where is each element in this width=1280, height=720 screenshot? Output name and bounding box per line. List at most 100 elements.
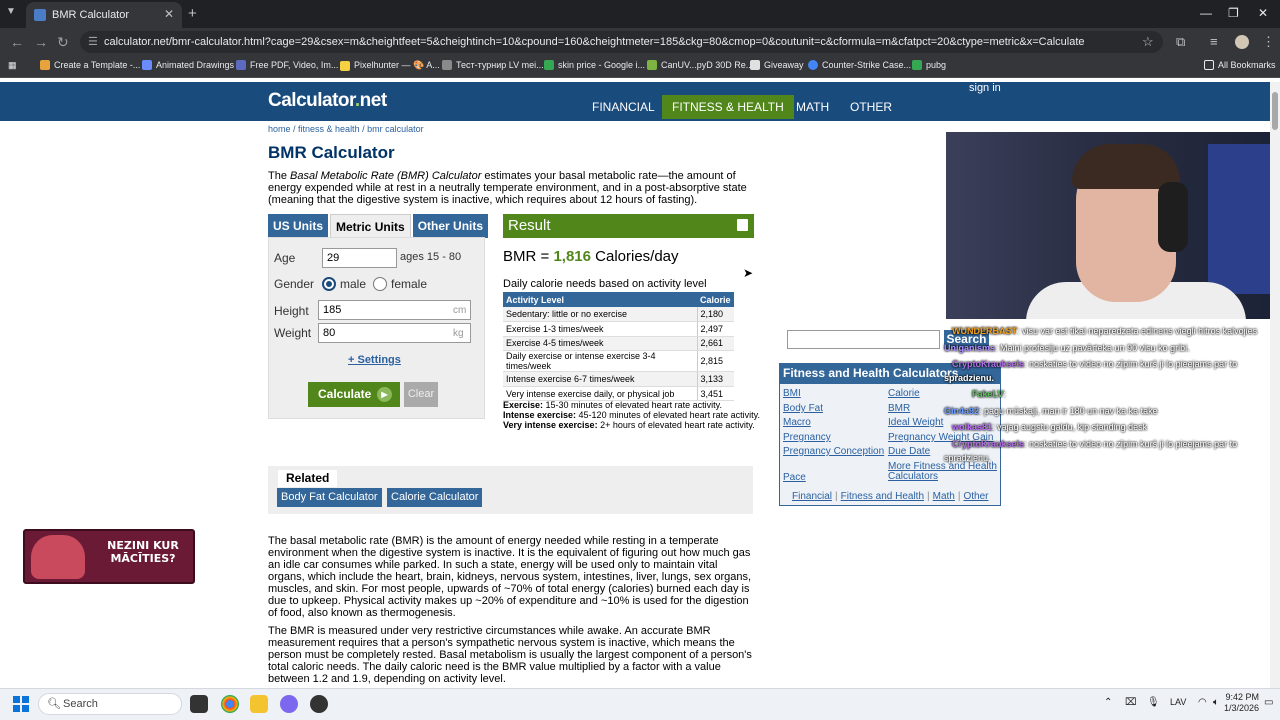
nav-financial[interactable]: FINANCIAL	[582, 95, 665, 119]
search-input[interactable]	[787, 330, 940, 349]
bookmark-item[interactable]: Animated Drawings	[142, 60, 234, 70]
footer-link-financial[interactable]: Financial	[792, 491, 832, 502]
sidebar-link-pace[interactable]: Pace	[783, 473, 806, 483]
bookmark-item[interactable]: Giveaway	[750, 60, 804, 70]
tab-search-icon[interactable]: ▼	[6, 6, 16, 17]
new-tab-icon[interactable]: +	[188, 5, 197, 22]
clear-button[interactable]: Clear	[404, 382, 438, 407]
save-icon[interactable]	[737, 219, 748, 231]
bookmark-item[interactable]: CanUV...pyD 30D Re...	[647, 60, 753, 70]
sidebar-link-ideal-weight[interactable]: Ideal Weight	[888, 418, 943, 428]
chat-user: CryptoKrauksels	[952, 439, 1025, 449]
settings-link[interactable]: + Settings	[348, 354, 401, 366]
bookmark-label: Free PDF, Video, Im...	[250, 60, 339, 70]
page-title: BMR Calculator	[268, 143, 395, 162]
sidebar-link-macro[interactable]: Macro	[783, 418, 811, 428]
forward-icon[interactable]: →	[34, 34, 48, 50]
nav-other[interactable]: OTHER	[840, 95, 902, 119]
taskbar-search[interactable]: 🔍︎ Search	[38, 693, 182, 715]
language-indicator[interactable]: LAV	[1170, 697, 1186, 707]
tray-expand-icon[interactable]: ⌃	[1104, 697, 1112, 708]
sidebar-link-bmi[interactable]: BMI	[783, 389, 801, 399]
sidebar-link-bmr[interactable]: BMR	[888, 404, 910, 414]
browser-tab[interactable]: BMR Calculator ✕	[26, 2, 182, 28]
menu-icon[interactable]: ⋮	[1262, 34, 1275, 50]
back-icon[interactable]: ←	[10, 34, 24, 50]
favicon-icon	[34, 9, 46, 21]
male-label[interactable]: male	[340, 277, 366, 291]
profile-avatar[interactable]	[1235, 35, 1249, 49]
nav-math[interactable]: MATH	[786, 95, 839, 119]
address-bar[interactable]: ☰ calculator.net/bmr-calculator.html?cag…	[80, 31, 1163, 53]
weight-input[interactable]: 80	[318, 323, 471, 343]
bookmark-star-icon[interactable]: ☆	[1142, 34, 1154, 50]
media-icon[interactable]: ≡	[1210, 34, 1218, 49]
bookmark-icon	[442, 60, 452, 70]
female-label[interactable]: female	[391, 277, 427, 291]
task-view-icon[interactable]	[190, 695, 208, 713]
body-fat-calculator-link[interactable]: Body Fat Calculator	[277, 488, 382, 507]
age-input[interactable]: 29	[322, 248, 397, 268]
age-label: Age	[274, 251, 296, 265]
system-clock[interactable]: 9:42 PM 1/3/2026	[1224, 692, 1259, 714]
definition-line: Intense exercise: 45-120 minutes of elev…	[503, 410, 760, 420]
male-radio[interactable]	[322, 277, 336, 291]
sidebar-link-body-fat[interactable]: Body Fat	[783, 404, 823, 414]
sidebar-link-more[interactable]: More Fitness and Health Calculators	[888, 462, 998, 482]
all-bookmarks[interactable]: All Bookmarks	[1204, 60, 1276, 70]
file-explorer-icon[interactable]	[250, 695, 268, 713]
chat-message: WUNDERBAST: visu var est tikai neparedze…	[952, 326, 1257, 336]
mic-icon[interactable]: 🎙︎	[1147, 697, 1160, 708]
bookmark-item[interactable]: Counter-Strike Case...	[808, 60, 911, 70]
sign-in-link[interactable]: sign in	[969, 82, 1001, 94]
sidebar-link-pregnancy-conception[interactable]: Pregnancy Conception	[783, 447, 884, 457]
tab-us-units[interactable]: US Units	[268, 214, 329, 238]
footer-link-math[interactable]: Math	[933, 491, 955, 502]
sidebar-link-calorie[interactable]: Calorie	[888, 389, 920, 399]
breadcrumb-section[interactable]: fitness & health	[298, 124, 360, 134]
bookmark-item[interactable]: Pixelhunter — 🎨 A...	[340, 60, 440, 71]
page-scrollbar[interactable]	[1270, 82, 1280, 688]
female-radio[interactable]	[373, 277, 387, 291]
app-taskbar-icon[interactable]	[310, 695, 328, 713]
chrome-taskbar-icon[interactable]	[221, 695, 239, 713]
breadcrumb-home[interactable]: home	[268, 124, 291, 134]
bookmark-item[interactable]: Create a Template -...	[40, 60, 140, 70]
footer-link-other[interactable]: Other	[963, 491, 988, 502]
site-logo[interactable]: Calculator.net	[268, 90, 387, 112]
close-tab-icon[interactable]: ✕	[164, 7, 174, 21]
discord-icon[interactable]	[280, 695, 298, 713]
calculate-button[interactable]: Calculate ▶	[308, 382, 400, 407]
site-info-icon[interactable]: ☰	[88, 31, 98, 53]
apps-icon[interactable]: ▦	[8, 60, 17, 71]
nav-fitness-health[interactable]: FITNESS & HEALTH	[662, 95, 794, 119]
bookmark-item[interactable]: skin price - Google i...	[544, 60, 645, 70]
sidebar-link-pregnancy[interactable]: Pregnancy	[783, 433, 831, 443]
height-input[interactable]: 185	[318, 300, 471, 320]
breadcrumb-page[interactable]: bmr calculator	[367, 124, 424, 134]
network-icon[interactable]: ⌧	[1125, 697, 1137, 708]
reload-icon[interactable]: ↻	[57, 34, 69, 51]
sidebar-link-due-date[interactable]: Due Date	[888, 447, 930, 457]
scrollbar-thumb[interactable]	[1272, 92, 1278, 130]
windows-start-icon[interactable]	[13, 696, 29, 712]
close-window-icon[interactable]: ✕	[1258, 6, 1268, 20]
chat-text: :	[1003, 389, 1006, 399]
bookmark-item[interactable]: pubg	[912, 60, 946, 70]
volume-icon[interactable]: 🔈︎	[1213, 697, 1219, 708]
bookmark-item[interactable]: Тест-турнир LV mei...	[442, 60, 544, 70]
restore-icon[interactable]: ❐	[1228, 6, 1239, 20]
minimize-icon[interactable]: —	[1200, 6, 1212, 20]
tab-metric-units[interactable]: Metric Units	[330, 214, 411, 238]
bookmark-label: Animated Drawings	[156, 60, 235, 70]
bookmark-item[interactable]: Free PDF, Video, Im...	[236, 60, 338, 70]
notification-icon[interactable]: ▭	[1264, 697, 1273, 708]
extensions-icon[interactable]: ⧉	[1176, 34, 1185, 50]
wifi-icon[interactable]: ◠	[1198, 697, 1207, 708]
tab-other-units[interactable]: Other Units	[412, 214, 489, 238]
webcam-light-panel	[1208, 144, 1278, 294]
calorie-calculator-link[interactable]: Calorie Calculator	[387, 488, 483, 507]
breadcrumb-sep: /	[290, 124, 299, 134]
promo-banner[interactable]: NEZINI KUR MĀCĪTIES?	[23, 529, 195, 584]
footer-link-fitness[interactable]: Fitness and Health	[841, 491, 924, 502]
